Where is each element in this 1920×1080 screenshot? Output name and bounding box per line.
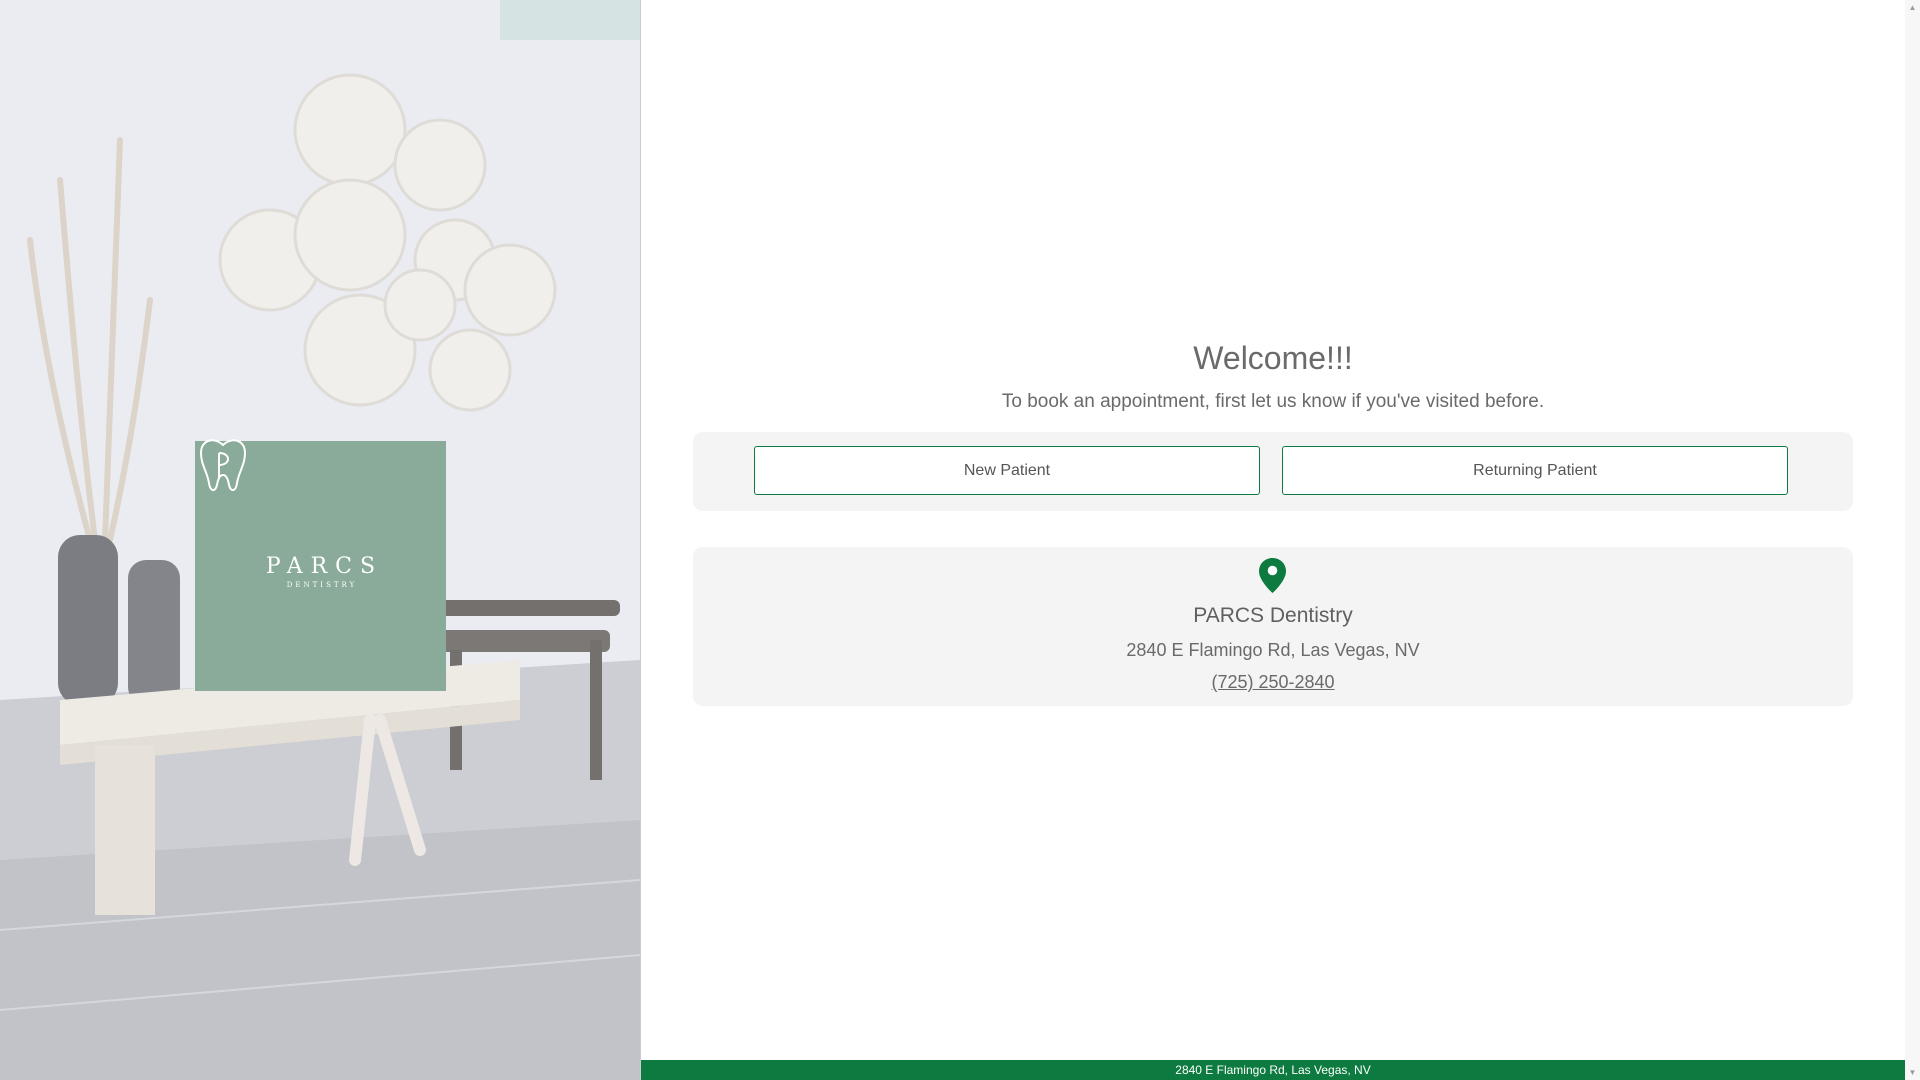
footer-address: 2840 E Flamingo Rd, Las Vegas, NV bbox=[1175, 1063, 1371, 1077]
tooth-logo-icon bbox=[199, 439, 247, 491]
page-title: Welcome!!! bbox=[1193, 340, 1353, 376]
hero-photo: PARCS DENTISTRY bbox=[0, 0, 641, 1080]
new-patient-button[interactable]: New Patient bbox=[754, 446, 1260, 495]
footer-bar: 2840 E Flamingo Rd, Las Vegas, NV bbox=[641, 1060, 1905, 1080]
phone-link[interactable]: (725) 250-2840 bbox=[1211, 672, 1334, 692]
scroll-down-arrow-icon[interactable]: ▼ bbox=[1905, 1065, 1920, 1080]
brand-tagline: DENTISTRY bbox=[286, 580, 358, 589]
brand-wordmark: PARCS bbox=[265, 553, 384, 579]
returning-patient-button[interactable]: Returning Patient bbox=[1282, 446, 1788, 495]
location-card: PARCS Dentistry 2840 E Flamingo Rd, Las … bbox=[693, 547, 1853, 706]
map-pin-icon bbox=[1259, 558, 1286, 593]
scroll-up-arrow-icon[interactable]: ▲ bbox=[1905, 0, 1920, 15]
location-name: PARCS Dentistry bbox=[1193, 604, 1353, 627]
patient-type-selector: New Patient Returning Patient bbox=[693, 432, 1853, 511]
booking-panel: Welcome!!! To book an appointment, first… bbox=[641, 0, 1905, 1060]
location-address: 2840 E Flamingo Rd, Las Vegas, NV bbox=[1126, 640, 1420, 660]
location-phone-row: (725) 250-2840 bbox=[693, 672, 1853, 693]
vertical-scrollbar[interactable]: ▲ ▼ bbox=[1905, 0, 1920, 1080]
page-subtitle: To book an appointment, first let us kno… bbox=[1001, 391, 1545, 412]
brand-logo: PARCS DENTISTRY bbox=[195, 439, 446, 691]
